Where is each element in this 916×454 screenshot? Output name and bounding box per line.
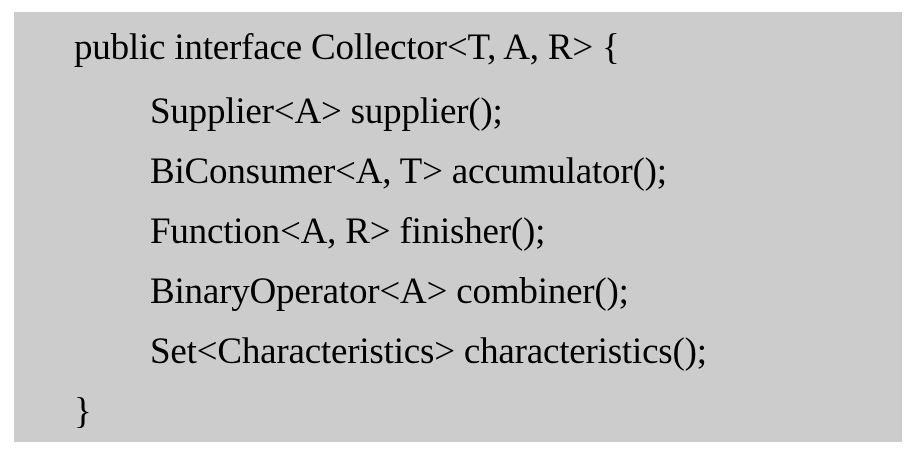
code-line-finisher: Function<A, R> finisher(); bbox=[150, 211, 546, 252]
code-line-closing-brace: } bbox=[74, 391, 92, 432]
code-line-supplier: Supplier<A> supplier(); bbox=[150, 91, 503, 132]
code-line-combiner: BinaryOperator<A> combiner(); bbox=[150, 271, 629, 312]
code-line-characteristics: Set<Characteristics> characteristics(); bbox=[150, 331, 707, 372]
code-line-accumulator: BiConsumer<A, T> accumulator(); bbox=[150, 151, 667, 192]
code-block: public interface Collector<T, A, R> { Su… bbox=[14, 12, 902, 442]
code-line-interface-declaration: public interface Collector<T, A, R> { bbox=[74, 27, 620, 68]
